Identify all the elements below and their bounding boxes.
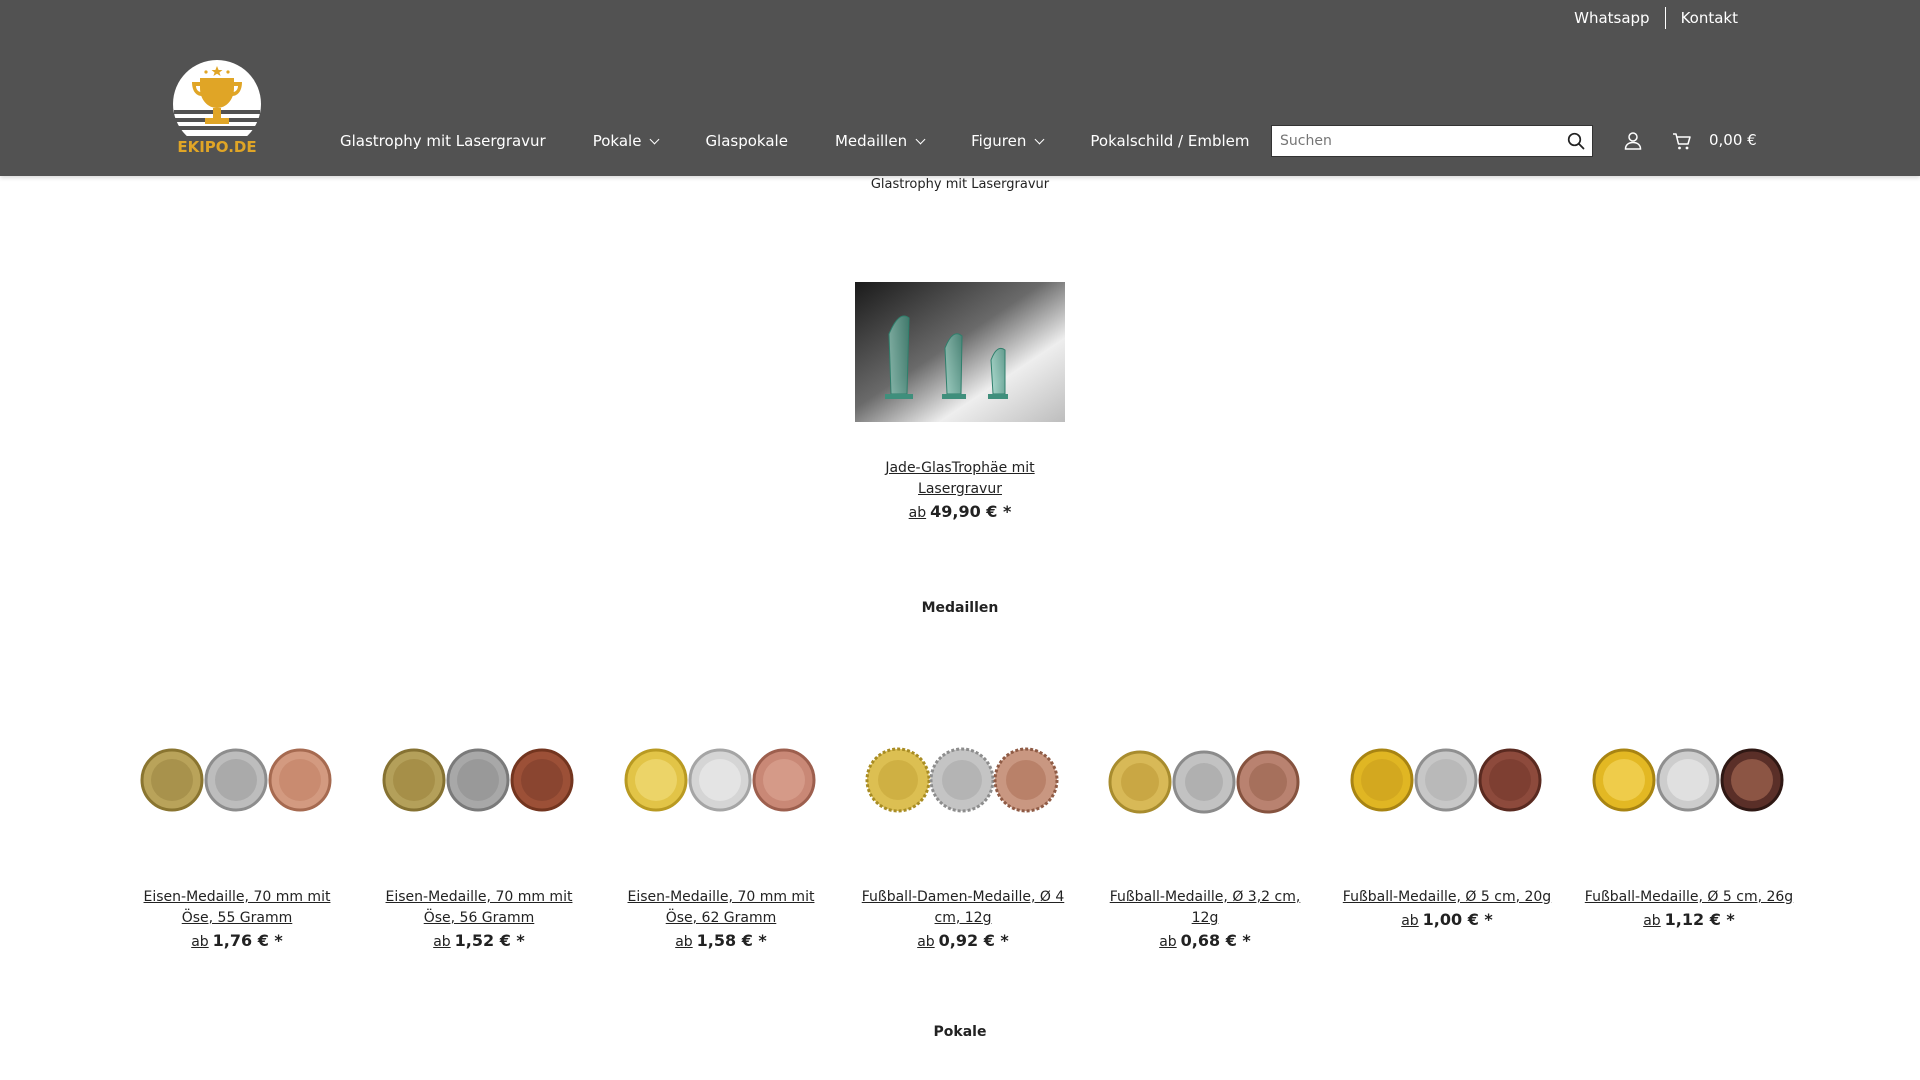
price-from-label: ab	[917, 934, 935, 950]
topbar: Whatsapp Kontakt	[1559, 6, 1753, 30]
price-from-label: ab	[1643, 913, 1661, 929]
product-price: ab 1,00 € *	[1342, 910, 1552, 929]
cart-icon	[1673, 133, 1691, 150]
product-list: Eisen-Medaille, 70 mm mit Öse, 55 Gramm …	[132, 720, 1794, 950]
price-from-label: ab	[675, 934, 693, 950]
nav-item-medaillen[interactable]: Medaillen	[834, 132, 926, 150]
price-from-label: ab	[1159, 934, 1177, 950]
price-value: 0,68 € *	[1180, 931, 1251, 950]
nav-item-glaspokale[interactable]: Glaspokale	[705, 132, 788, 150]
whatsapp-link[interactable]: Whatsapp	[1559, 6, 1664, 30]
featured-product: Jade-GlasTrophäe mit Lasergravur ab 49,90…	[855, 282, 1065, 521]
chevron-down-icon	[1034, 134, 1045, 144]
price-from-label: ab	[433, 934, 451, 950]
product-card: Eisen-Medaille, 70 mm mit Öse, 55 Gramm …	[132, 720, 342, 950]
search-box	[1271, 125, 1593, 157]
product-card: Fußball-Medaille, Ø 3,2 cm, 12g ab 0,68 €…	[1100, 720, 1310, 950]
nav-label: Pokalschild / Emblem	[1090, 132, 1250, 150]
chevron-down-icon	[649, 134, 660, 144]
product-card: Eisen-Medaille, 70 mm mit Öse, 56 Gramm …	[374, 720, 584, 950]
nav-label: Pokale	[592, 132, 642, 150]
product-name-link[interactable]: Eisen-Medaille, 70 mm mit Öse, 56 Gramm	[374, 887, 584, 929]
medal-image	[865, 747, 1059, 813]
product-name-link[interactable]: Fußball-Damen-Medaille, Ø 4 cm, 12g	[858, 887, 1068, 929]
price-value: 1,12 € *	[1664, 910, 1735, 929]
product-name-link[interactable]: Fußball-Medaille, Ø 5 cm, 26g	[1584, 887, 1794, 908]
product-card: Fußball-Medaille, Ø 5 cm, 20g ab 1,00 € *	[1342, 720, 1552, 950]
search-input[interactable]	[1272, 126, 1560, 156]
product-price: ab 1,12 € *	[1584, 910, 1794, 929]
search-icon	[1567, 132, 1585, 150]
nav-label: Glastrophy mit Lasergravur	[340, 132, 546, 150]
product-name-link[interactable]: Fußball-Medaille, Ø 3,2 cm, 12g	[1100, 887, 1310, 929]
main-nav: Glastrophy mit Lasergravur Pokale Glaspo…	[340, 128, 1297, 154]
price-from-label: ab	[908, 505, 927, 521]
chevron-down-icon	[915, 134, 926, 144]
price-value: 1,76 € *	[212, 931, 283, 950]
product-name-link[interactable]: Eisen-Medaille, 70 mm mit Öse, 62 Gramm	[616, 887, 826, 929]
product-image[interactable]	[132, 720, 342, 840]
medal-image	[1350, 748, 1542, 812]
nav-label: Figuren	[971, 132, 1027, 150]
price-value: 1,00 € *	[1422, 910, 1493, 929]
product-price: ab 0,68 € *	[1100, 931, 1310, 950]
kontakt-link[interactable]: Kontakt	[1666, 6, 1753, 30]
logo-text: EKIPO.DE	[177, 138, 256, 156]
nav-label: Medaillen	[834, 132, 908, 150]
medal-image	[1592, 748, 1784, 812]
nav-label: Glaspokale	[705, 132, 788, 150]
product-price: ab 1,58 € *	[616, 931, 826, 950]
logo[interactable]: EKIPO.DE	[170, 60, 264, 156]
price-value: 0,92 € *	[938, 931, 1009, 950]
user-icon	[1624, 132, 1642, 150]
product-price: ab 1,76 € *	[132, 931, 342, 950]
product-name-link[interactable]: Jade-GlasTrophäe mit Lasergravur	[855, 458, 1065, 500]
medal-image	[624, 748, 816, 812]
product-image[interactable]	[1584, 720, 1794, 840]
product-card: Eisen-Medaille, 70 mm mit Öse, 62 Gramm …	[616, 720, 826, 950]
cart-total[interactable]: 0,00 €	[1709, 131, 1757, 149]
product-card: Fußball-Damen-Medaille, Ø 4 cm, 12g ab 0,…	[858, 720, 1068, 950]
search-button[interactable]	[1560, 126, 1592, 156]
cart-button[interactable]	[1671, 130, 1693, 152]
medal-image	[140, 748, 332, 812]
medal-image	[1108, 750, 1300, 814]
price-value: 1,58 € *	[696, 931, 767, 950]
product-price: ab 49,90 € *	[855, 502, 1065, 521]
product-price: ab 1,52 € *	[374, 931, 584, 950]
product-name-link[interactable]: Eisen-Medaille, 70 mm mit Öse, 55 Gramm	[132, 887, 342, 929]
product-card: Fußball-Medaille, Ø 5 cm, 26g ab 1,12 € *	[1584, 720, 1794, 950]
price-value: 49,90 € *	[930, 502, 1012, 521]
price-value: 1,52 € *	[454, 931, 525, 950]
product-image[interactable]	[616, 720, 826, 840]
product-name-link[interactable]: Fußball-Medaille, Ø 5 cm, 20g	[1342, 887, 1552, 908]
nav-item-pokale[interactable]: Pokale	[592, 132, 660, 150]
trophy-logo-icon: EKIPO.DE	[173, 60, 261, 156]
product-image[interactable]	[858, 720, 1068, 840]
nav-item-glastrophy[interactable]: Glastrophy mit Lasergravur	[340, 132, 546, 150]
nav-item-figuren[interactable]: Figuren	[971, 132, 1045, 150]
product-image[interactable]	[855, 282, 1065, 422]
product-image[interactable]	[374, 720, 584, 840]
price-from-label: ab	[1401, 913, 1419, 929]
price-from-label: ab	[191, 934, 209, 950]
page-heading: Glastrophy mit Lasergravur	[870, 177, 1050, 192]
glass-trophy-image	[855, 282, 1065, 422]
section-title-pokale: Pokale	[933, 1024, 987, 1040]
product-price: ab 0,92 € *	[858, 931, 1068, 950]
site-header: Whatsapp Kontakt EKIPO.DE Glastrophy mit…	[0, 0, 1920, 176]
account-button[interactable]	[1622, 130, 1644, 152]
nav-item-pokalschild[interactable]: Pokalschild / Emblem	[1090, 132, 1249, 150]
section-title-medaillen: Medaillen	[921, 600, 999, 616]
product-image[interactable]	[1342, 720, 1552, 840]
product-image[interactable]	[1100, 720, 1310, 840]
medal-image	[382, 748, 574, 812]
